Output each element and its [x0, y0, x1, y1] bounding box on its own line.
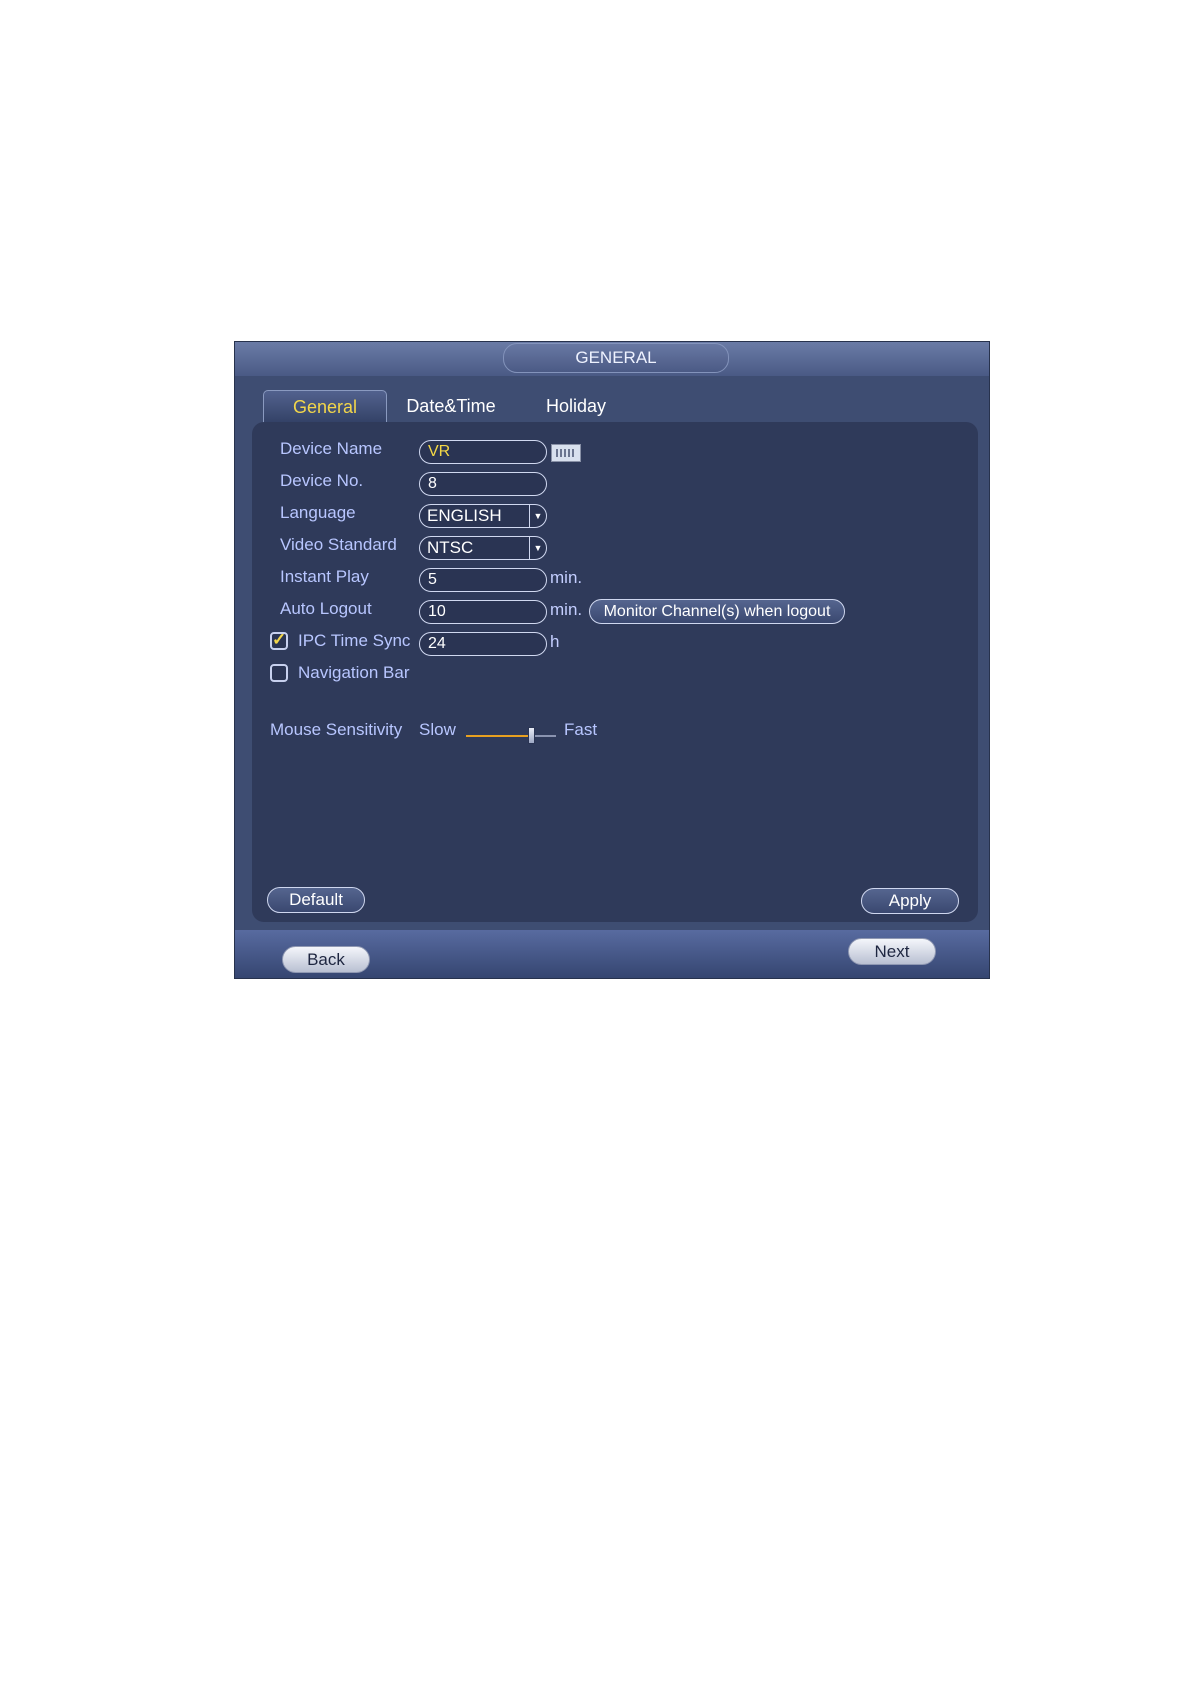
ipc-time-sync-unit: h: [550, 632, 560, 651]
auto-logout-input[interactable]: [419, 600, 547, 624]
video-standard-select[interactable]: NTSC ▼: [419, 536, 547, 560]
mouse-sensitivity-slider[interactable]: [466, 735, 556, 737]
device-name-input[interactable]: [419, 440, 547, 464]
device-no-input[interactable]: [419, 472, 547, 496]
instant-play-input[interactable]: [419, 568, 547, 592]
navigation-bar-checkbox[interactable]: [270, 664, 288, 682]
ipc-time-sync-label: IPC Time Sync: [298, 631, 411, 650]
default-button[interactable]: Default: [267, 887, 365, 913]
back-button[interactable]: Back: [282, 946, 370, 973]
chevron-down-icon[interactable]: ▼: [529, 505, 546, 527]
language-value: ENGLISH: [427, 506, 502, 525]
instant-play-label: Instant Play: [280, 567, 369, 586]
auto-logout-unit: min.: [550, 600, 583, 619]
ipc-time-sync-checkbox[interactable]: ✓: [270, 630, 288, 650]
tab-general[interactable]: General: [263, 390, 387, 423]
video-standard-value: NTSC: [427, 538, 474, 557]
footer-bar: Back Next: [235, 930, 989, 978]
language-label: Language: [280, 503, 356, 522]
instant-play-unit: min.: [550, 568, 583, 587]
slider-fill: [466, 735, 531, 737]
apply-button[interactable]: Apply: [861, 888, 959, 914]
chevron-down-icon[interactable]: ▼: [529, 537, 546, 559]
window-title: GENERAL: [503, 343, 729, 373]
general-settings-window: GENERAL General Date&Time Holiday Device…: [234, 341, 990, 979]
monitor-channels-button[interactable]: Monitor Channel(s) when logout: [589, 599, 845, 624]
tab-date-time[interactable]: Date&Time: [401, 390, 501, 423]
auto-logout-label: Auto Logout: [280, 599, 372, 618]
slider-thumb[interactable]: [528, 727, 535, 744]
device-name-label: Device Name: [280, 439, 383, 458]
title-bar: GENERAL: [235, 342, 989, 376]
checkmark-icon: ✓: [272, 630, 287, 649]
device-no-label: Device No.: [280, 471, 364, 490]
keyboard-icon[interactable]: [551, 444, 581, 462]
language-select[interactable]: ENGLISH ▼: [419, 504, 547, 528]
mouse-sensitivity-label: Mouse Sensitivity: [270, 720, 403, 739]
slider-fast-label: Fast: [564, 720, 598, 739]
slider-slow-label: Slow: [419, 720, 456, 739]
tab-holiday[interactable]: Holiday: [531, 390, 621, 423]
navigation-bar-label: Navigation Bar: [298, 663, 410, 682]
ipc-time-sync-input[interactable]: [419, 632, 547, 656]
next-button[interactable]: Next: [848, 938, 936, 965]
video-standard-label: Video Standard: [280, 535, 397, 554]
